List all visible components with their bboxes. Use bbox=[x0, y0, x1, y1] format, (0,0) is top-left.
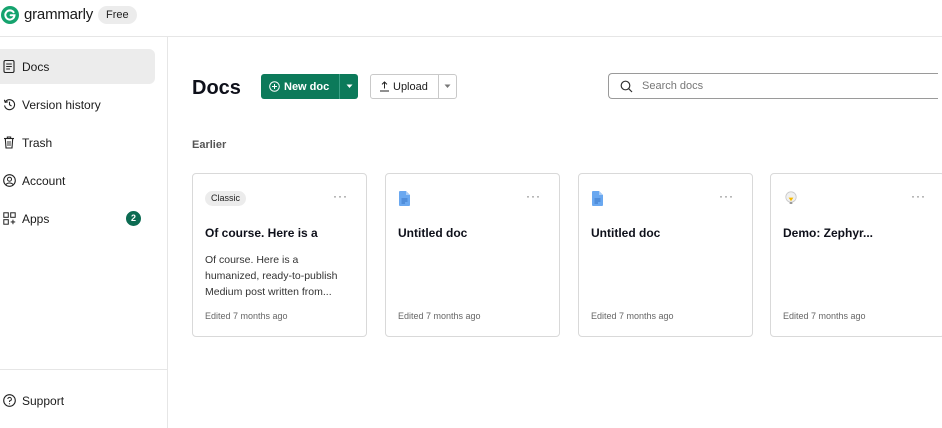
sidebar-item-version-history[interactable]: Version history bbox=[0, 87, 155, 122]
sidebar-item-label: Docs bbox=[22, 59, 50, 74]
sidebar-item-docs[interactable]: Docs bbox=[0, 49, 155, 84]
account-icon bbox=[2, 174, 16, 188]
plan-badge: Free bbox=[98, 6, 137, 24]
new-doc-main-button[interactable]: New doc bbox=[261, 74, 339, 99]
more-options-icon[interactable]: ··· bbox=[333, 190, 348, 202]
upload-main-button[interactable]: Upload bbox=[371, 75, 438, 98]
new-doc-dropdown-button[interactable] bbox=[339, 74, 358, 99]
doc-card[interactable]: ··· Untitled doc Edited 7 months ago bbox=[578, 173, 753, 337]
page-title: Docs bbox=[192, 77, 241, 99]
upload-icon bbox=[380, 81, 389, 92]
sidebar-item-label: Apps bbox=[22, 211, 50, 226]
doc-card[interactable]: ··· Untitled doc Edited 7 months ago bbox=[385, 173, 560, 337]
chevron-down-icon bbox=[346, 84, 352, 88]
sidebar: Docs Version history Trash Account Apps … bbox=[0, 37, 168, 428]
sidebar-item-label: Trash bbox=[22, 135, 53, 150]
history-icon bbox=[2, 98, 16, 112]
help-circle-icon bbox=[2, 394, 16, 408]
sidebar-item-label: Version history bbox=[22, 97, 101, 112]
search-icon bbox=[620, 80, 633, 92]
sidebar-item-account[interactable]: Account bbox=[0, 163, 155, 198]
doc-edited-time: Edited 7 months ago bbox=[591, 311, 674, 321]
doc-type-badge: Classic bbox=[205, 191, 247, 206]
plus-circle-icon bbox=[269, 81, 280, 92]
sidebar-item-trash[interactable]: Trash bbox=[0, 125, 155, 160]
trash-icon bbox=[2, 136, 16, 150]
new-doc-label: New doc bbox=[284, 80, 330, 93]
sidebar-item-label: Support bbox=[22, 393, 65, 408]
upload-label: Upload bbox=[393, 80, 428, 93]
document-file-icon bbox=[399, 191, 410, 211]
top-bar: grammarly Free bbox=[0, 0, 942, 37]
doc-snippet: Of course. Here is a humanized, ready-to… bbox=[205, 254, 338, 298]
document-file-icon bbox=[592, 191, 603, 211]
section-heading: Earlier bbox=[192, 139, 227, 151]
apps-icon bbox=[2, 212, 16, 226]
apps-count-badge: 2 bbox=[126, 211, 141, 226]
search-input[interactable] bbox=[642, 80, 902, 92]
lightbulb-icon bbox=[784, 191, 798, 211]
more-options-icon[interactable]: ··· bbox=[911, 190, 926, 202]
doc-title: Untitled doc bbox=[591, 226, 661, 240]
sidebar-item-support[interactable]: Support bbox=[0, 383, 155, 418]
document-icon bbox=[2, 60, 16, 74]
doc-card[interactable]: ··· Demo: Zephyr... Edited 7 months ago bbox=[770, 173, 942, 337]
more-options-icon[interactable]: ··· bbox=[526, 190, 541, 202]
doc-title: Untitled doc bbox=[398, 226, 468, 240]
doc-edited-time: Edited 7 months ago bbox=[205, 311, 288, 321]
new-doc-button: New doc bbox=[261, 74, 358, 99]
doc-card[interactable]: Classic ··· Of course. Here is a Of cour… bbox=[192, 173, 367, 337]
doc-edited-time: Edited 7 months ago bbox=[398, 311, 481, 321]
more-options-icon[interactable]: ··· bbox=[719, 190, 734, 202]
grammarly-logo-icon[interactable] bbox=[1, 6, 19, 24]
upload-button: Upload bbox=[370, 74, 457, 99]
search-box bbox=[608, 73, 938, 99]
sidebar-item-label: Account bbox=[22, 173, 66, 188]
brand-name[interactable]: grammarly bbox=[24, 6, 93, 23]
doc-title: Demo: Zephyr... bbox=[783, 226, 874, 240]
sidebar-item-apps[interactable]: Apps 2 bbox=[0, 201, 155, 236]
doc-title: Of course. Here is a bbox=[205, 226, 318, 240]
sidebar-divider bbox=[0, 369, 168, 370]
main-content: Docs New doc Upload Earlier Classic ··· … bbox=[168, 37, 942, 428]
doc-edited-time: Edited 7 months ago bbox=[783, 311, 866, 321]
chevron-down-icon bbox=[444, 84, 451, 88]
upload-dropdown-button[interactable] bbox=[438, 75, 456, 98]
